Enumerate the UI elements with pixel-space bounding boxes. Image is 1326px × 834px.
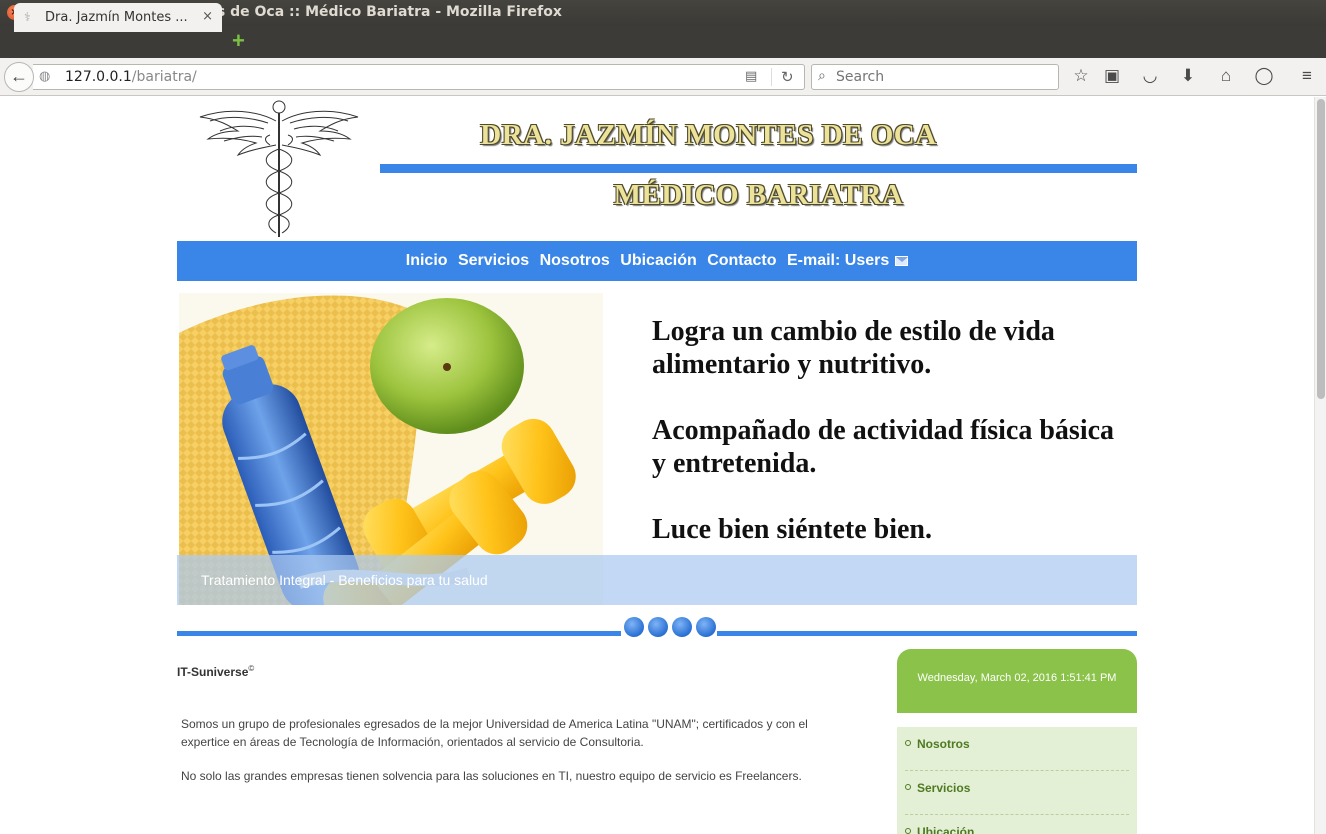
sidebar-menu: Nosotros Servicios Ubicación (897, 727, 1137, 834)
home-icon[interactable]: ⌂ (1215, 65, 1237, 87)
scrollbar-thumb[interactable] (1317, 99, 1325, 399)
about-paragraph-1: Somos un grupo de profesionales egresado… (181, 717, 808, 749)
sidebar-item-nosotros[interactable]: Nosotros (905, 727, 1129, 771)
specialty-heading: MÉDICO BARIATRA (613, 179, 904, 211)
current-datetime: Wednesday, March 02, 2016 1:51:41 PM (917, 672, 1117, 684)
tab-close-icon[interactable]: × (202, 9, 213, 24)
bookmark-star-icon[interactable]: ☆ (1070, 65, 1092, 87)
slider-caption: Tratamiento Integral - Beneficios para t… (201, 572, 488, 588)
nav-link-contacto[interactable]: Contacto (707, 252, 776, 269)
search-input[interactable] (836, 67, 1051, 87)
nav-link-ubicacion[interactable]: Ubicación (620, 252, 696, 269)
bullet-icon (905, 784, 911, 790)
tab-label: Dra. Jazmín Montes ... (45, 10, 188, 25)
header-divider (380, 164, 1137, 173)
nav-link-servicios[interactable]: Servicios (458, 252, 529, 269)
page-scrollbar[interactable] (1314, 97, 1326, 834)
url-text[interactable]: 127.0.0.1/bariatra/ (65, 69, 197, 85)
download-icon[interactable]: ⬇ (1177, 65, 1199, 87)
envelope-icon (895, 256, 909, 266)
browser-tab[interactable]: ⚕ Dra. Jazmín Montes ... × (14, 3, 222, 32)
slider-dot-3[interactable] (672, 617, 692, 637)
sidebar-item-ubicacion[interactable]: Ubicación (905, 815, 1129, 834)
bullet-icon (905, 828, 911, 834)
navigation-toolbar: ◍ 127.0.0.1/bariatra/ ▤ ↻ ← ⌕ (0, 58, 1326, 96)
chat-icon[interactable]: ◯ (1253, 65, 1275, 87)
nav-link-inicio[interactable]: Inicio (406, 252, 448, 269)
hero-line-2: Acompañado de actividad física básica y … (652, 415, 1115, 479)
slider-dot-2[interactable] (648, 617, 668, 637)
new-tab-button[interactable]: + (232, 30, 250, 52)
back-button[interactable]: ← (4, 62, 34, 92)
doctor-name-heading: DRA. JAZMÍN MONTES DE OCA (480, 119, 937, 151)
company-brand: IT-Suniverse© (177, 664, 255, 679)
caduceus-logo-icon (199, 100, 359, 237)
reader-view-icon[interactable]: ▤ (745, 69, 757, 84)
bullet-icon (905, 740, 911, 746)
about-paragraph-2: No solo las grandes empresas tienen solv… (181, 769, 802, 783)
nav-link-nosotros[interactable]: Nosotros (540, 252, 610, 269)
hero-line-1: Logra un cambio de estilo de vida alimen… (652, 316, 1055, 380)
pocket-icon[interactable]: ◡ (1139, 65, 1161, 87)
slider-dot-4[interactable] (696, 617, 716, 637)
datetime-box: Wednesday, March 02, 2016 1:51:41 PM (897, 649, 1137, 713)
about-text: Somos un grupo de profesionales egresado… (181, 715, 841, 801)
hamburger-menu-icon[interactable]: ≡ (1296, 65, 1318, 87)
sidebar-item-servicios[interactable]: Servicios (905, 771, 1129, 815)
nav-link-email[interactable]: E-mail: Users (787, 252, 909, 269)
globe-icon: ◍ (39, 69, 51, 84)
slider-dot-1[interactable] (624, 617, 644, 637)
reading-list-icon[interactable]: ▣ (1101, 65, 1123, 87)
caduceus-favicon-icon: ⚕ (24, 10, 31, 24)
main-navigation: Inicio Servicios Nosotros Ubicación Cont… (177, 241, 1137, 281)
hero-message: Logra un cambio de estilo de vida alimen… (652, 315, 1122, 579)
url-bar[interactable]: ◍ 127.0.0.1/bariatra/ ▤ ↻ (33, 64, 805, 90)
reload-icon[interactable]: ↻ (781, 68, 794, 86)
search-icon: ⌕ (818, 68, 826, 84)
search-bar[interactable]: ⌕ (811, 64, 1059, 90)
web-page: DRA. JAZMÍN MONTES DE OCA MÉDICO BARIATR… (0, 97, 1314, 834)
hero-line-3: Luce bien siéntete bien. (652, 514, 932, 545)
